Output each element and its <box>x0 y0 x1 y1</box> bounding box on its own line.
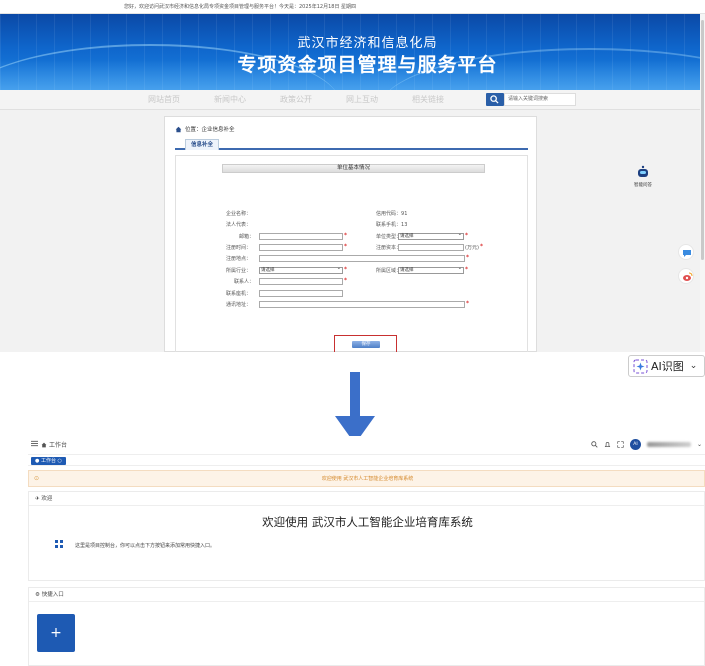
search-icon <box>490 95 499 104</box>
banner-title-bureau: 武汉市经济和信息化局 <box>297 36 438 51</box>
avatar[interactable]: AI <box>629 439 641 450</box>
header-title: 工作台 <box>49 442 68 449</box>
home-icon <box>41 442 47 447</box>
welcome-section: ✈ 欢迎 欢迎使用 武汉市人工智能企业培育库系统 这里是项目控制台，你可以点击下… <box>28 491 705 581</box>
tags-view: ● 工作台 ○ <box>28 454 705 466</box>
contact-person-field[interactable] <box>259 278 343 285</box>
robot-label: 智能问答 <box>634 183 652 188</box>
unit-type-select[interactable]: 请选择 <box>398 232 464 240</box>
quick-entry-section: ⚙ 快捷入口 + <box>28 587 705 666</box>
bell-icon[interactable] <box>604 441 611 448</box>
tab-bar: 信息补全 <box>175 139 528 150</box>
breadcrumb: 位置：企业信息补全 <box>175 125 235 133</box>
notice-banner: ⊙ 欢迎使用 武汉市人工智能企业培育库系统 <box>28 470 705 487</box>
email-field[interactable] <box>259 233 343 240</box>
reg-capital-field[interactable] <box>398 244 464 251</box>
home-icon <box>175 126 182 132</box>
save-button[interactable]: 保存 <box>352 341 380 348</box>
add-shortcut-button[interactable]: + <box>37 614 75 652</box>
label-reg-address: 注册地点： <box>226 256 252 262</box>
search-input[interactable]: 请输入关键词搜索 <box>504 93 576 106</box>
header-tools: AI ⌄ <box>591 439 702 450</box>
region-select[interactable]: 请选择 <box>398 266 464 274</box>
save-button-highlight: 保存 <box>334 335 397 352</box>
weibo-icon <box>683 272 693 281</box>
label-credit-code: 信用代码：91 <box>376 211 408 217</box>
nav-item-interaction[interactable]: 网上互动 <box>340 90 384 110</box>
reg-time-field[interactable] <box>259 244 343 251</box>
top-info-bar: 您好，欢迎访问武汉市经济和信息化局专项资金项目管理与服务平台！今天是：2025年… <box>0 0 705 14</box>
arrow-down-icon <box>335 372 375 444</box>
label-contact-person: 联系人： <box>234 279 255 285</box>
breadcrumb-text: 位置：企业信息补全 <box>185 127 235 133</box>
reg-address-field[interactable] <box>259 255 465 262</box>
menu-icon[interactable] <box>31 440 38 447</box>
welcome-section-header: ✈ 欢迎 <box>29 492 704 506</box>
label-mail-address: 通讯地址： <box>226 302 252 308</box>
legacy-platform-screenshot: 您好，欢迎访问武汉市经济和信息化局专项资金项目管理与服务平台！今天是：2025年… <box>0 0 705 352</box>
quick-entry-header: ⚙ 快捷入口 <box>29 588 704 602</box>
chevron-down-icon: ⌄ <box>689 361 698 371</box>
label-email: 邮箱： <box>239 234 255 240</box>
content-panel: 位置：企业信息补全 信息补全 单位基本情况 企业名称： 信用代码：91 法人代表… <box>164 116 537 352</box>
label-legal-rep: 法人代表： <box>226 222 252 228</box>
robot-icon[interactable] <box>636 165 650 179</box>
ai-recognize-badge[interactable]: AI识图 ⌄ <box>628 355 705 377</box>
main-nav: 网站首页 新闻中心 政策公开 网上互动 相关链接 请输入关键词搜索 <box>0 90 705 110</box>
welcome-title: 欢迎使用 武汉市人工智能企业培育库系统 <box>262 515 473 529</box>
company-info-form: 单位基本情况 企业名称： 信用代码：91 法人代表： 联系手机：13 邮箱： *… <box>175 155 528 352</box>
grid-icon <box>55 540 63 548</box>
fullscreen-icon[interactable] <box>617 441 624 448</box>
search-button[interactable] <box>486 93 504 106</box>
system-header: 工作台 AI ⌄ <box>28 436 705 454</box>
top-info-text: 您好，欢迎访问武汉市经济和信息化局专项资金项目管理与服务平台！今天是：2025年… <box>124 4 357 10</box>
capital-unit-label: (万元) <box>465 245 479 251</box>
header-breadcrumb: 工作台 <box>41 440 67 449</box>
nav-item-links[interactable]: 相关链接 <box>406 90 450 110</box>
screenshot-canvas: 您好，欢迎访问武汉市经济和信息化局专项资金项目管理与服务平台！今天是：2025年… <box>0 0 705 666</box>
username-blurred[interactable] <box>646 442 691 447</box>
label-contact-tel: 联系座机： <box>226 291 252 297</box>
label-contact-phone: 联系手机：13 <box>376 222 408 228</box>
notice-text: 欢迎使用 武汉市人工智能企业培育库系统 <box>321 476 414 482</box>
chat-icon <box>683 250 691 257</box>
industry-select[interactable]: 请选择 <box>259 266 343 274</box>
chevron-down-icon[interactable]: ⌄ <box>697 441 702 448</box>
ai-sparkle-icon <box>633 359 648 373</box>
label-company-name: 企业名称： <box>226 211 252 217</box>
page-scrollbar-thumb[interactable] <box>701 20 704 260</box>
tab-info-complete[interactable]: 信息补全 <box>185 139 220 150</box>
chat-side-button[interactable] <box>678 244 694 260</box>
label-industry: 所属行业： <box>226 268 252 274</box>
ai-system-screenshot: 工作台 AI ⌄ ● 工作台 ○ ⊙ 欢迎使用 武汉市人工智能企业培育库系统 ✈… <box>28 436 705 666</box>
nav-item-news[interactable]: 新闻中心 <box>208 90 252 110</box>
welcome-text: 这里是项目控制台，你可以点击下方按钮来添加常用快捷入口。 <box>75 543 216 549</box>
tag-workbench[interactable]: ● 工作台 ○ <box>31 457 66 465</box>
section-title: 单位基本情况 <box>222 164 485 173</box>
weibo-side-button[interactable] <box>678 268 694 284</box>
nav-item-home[interactable]: 网站首页 <box>142 90 186 110</box>
label-reg-time: 注册时间： <box>226 245 252 251</box>
mail-address-field[interactable] <box>259 301 465 308</box>
nav-item-policy[interactable]: 政策公开 <box>274 90 318 110</box>
header-banner: 武汉市经济和信息化局 专项资金项目管理与服务平台 <box>0 14 705 90</box>
ai-badge-label: AI识图 <box>651 360 684 373</box>
banner-title-platform: 专项资金项目管理与服务平台 <box>237 54 498 76</box>
contact-tel-field[interactable] <box>259 290 343 297</box>
search-icon[interactable] <box>591 441 598 448</box>
